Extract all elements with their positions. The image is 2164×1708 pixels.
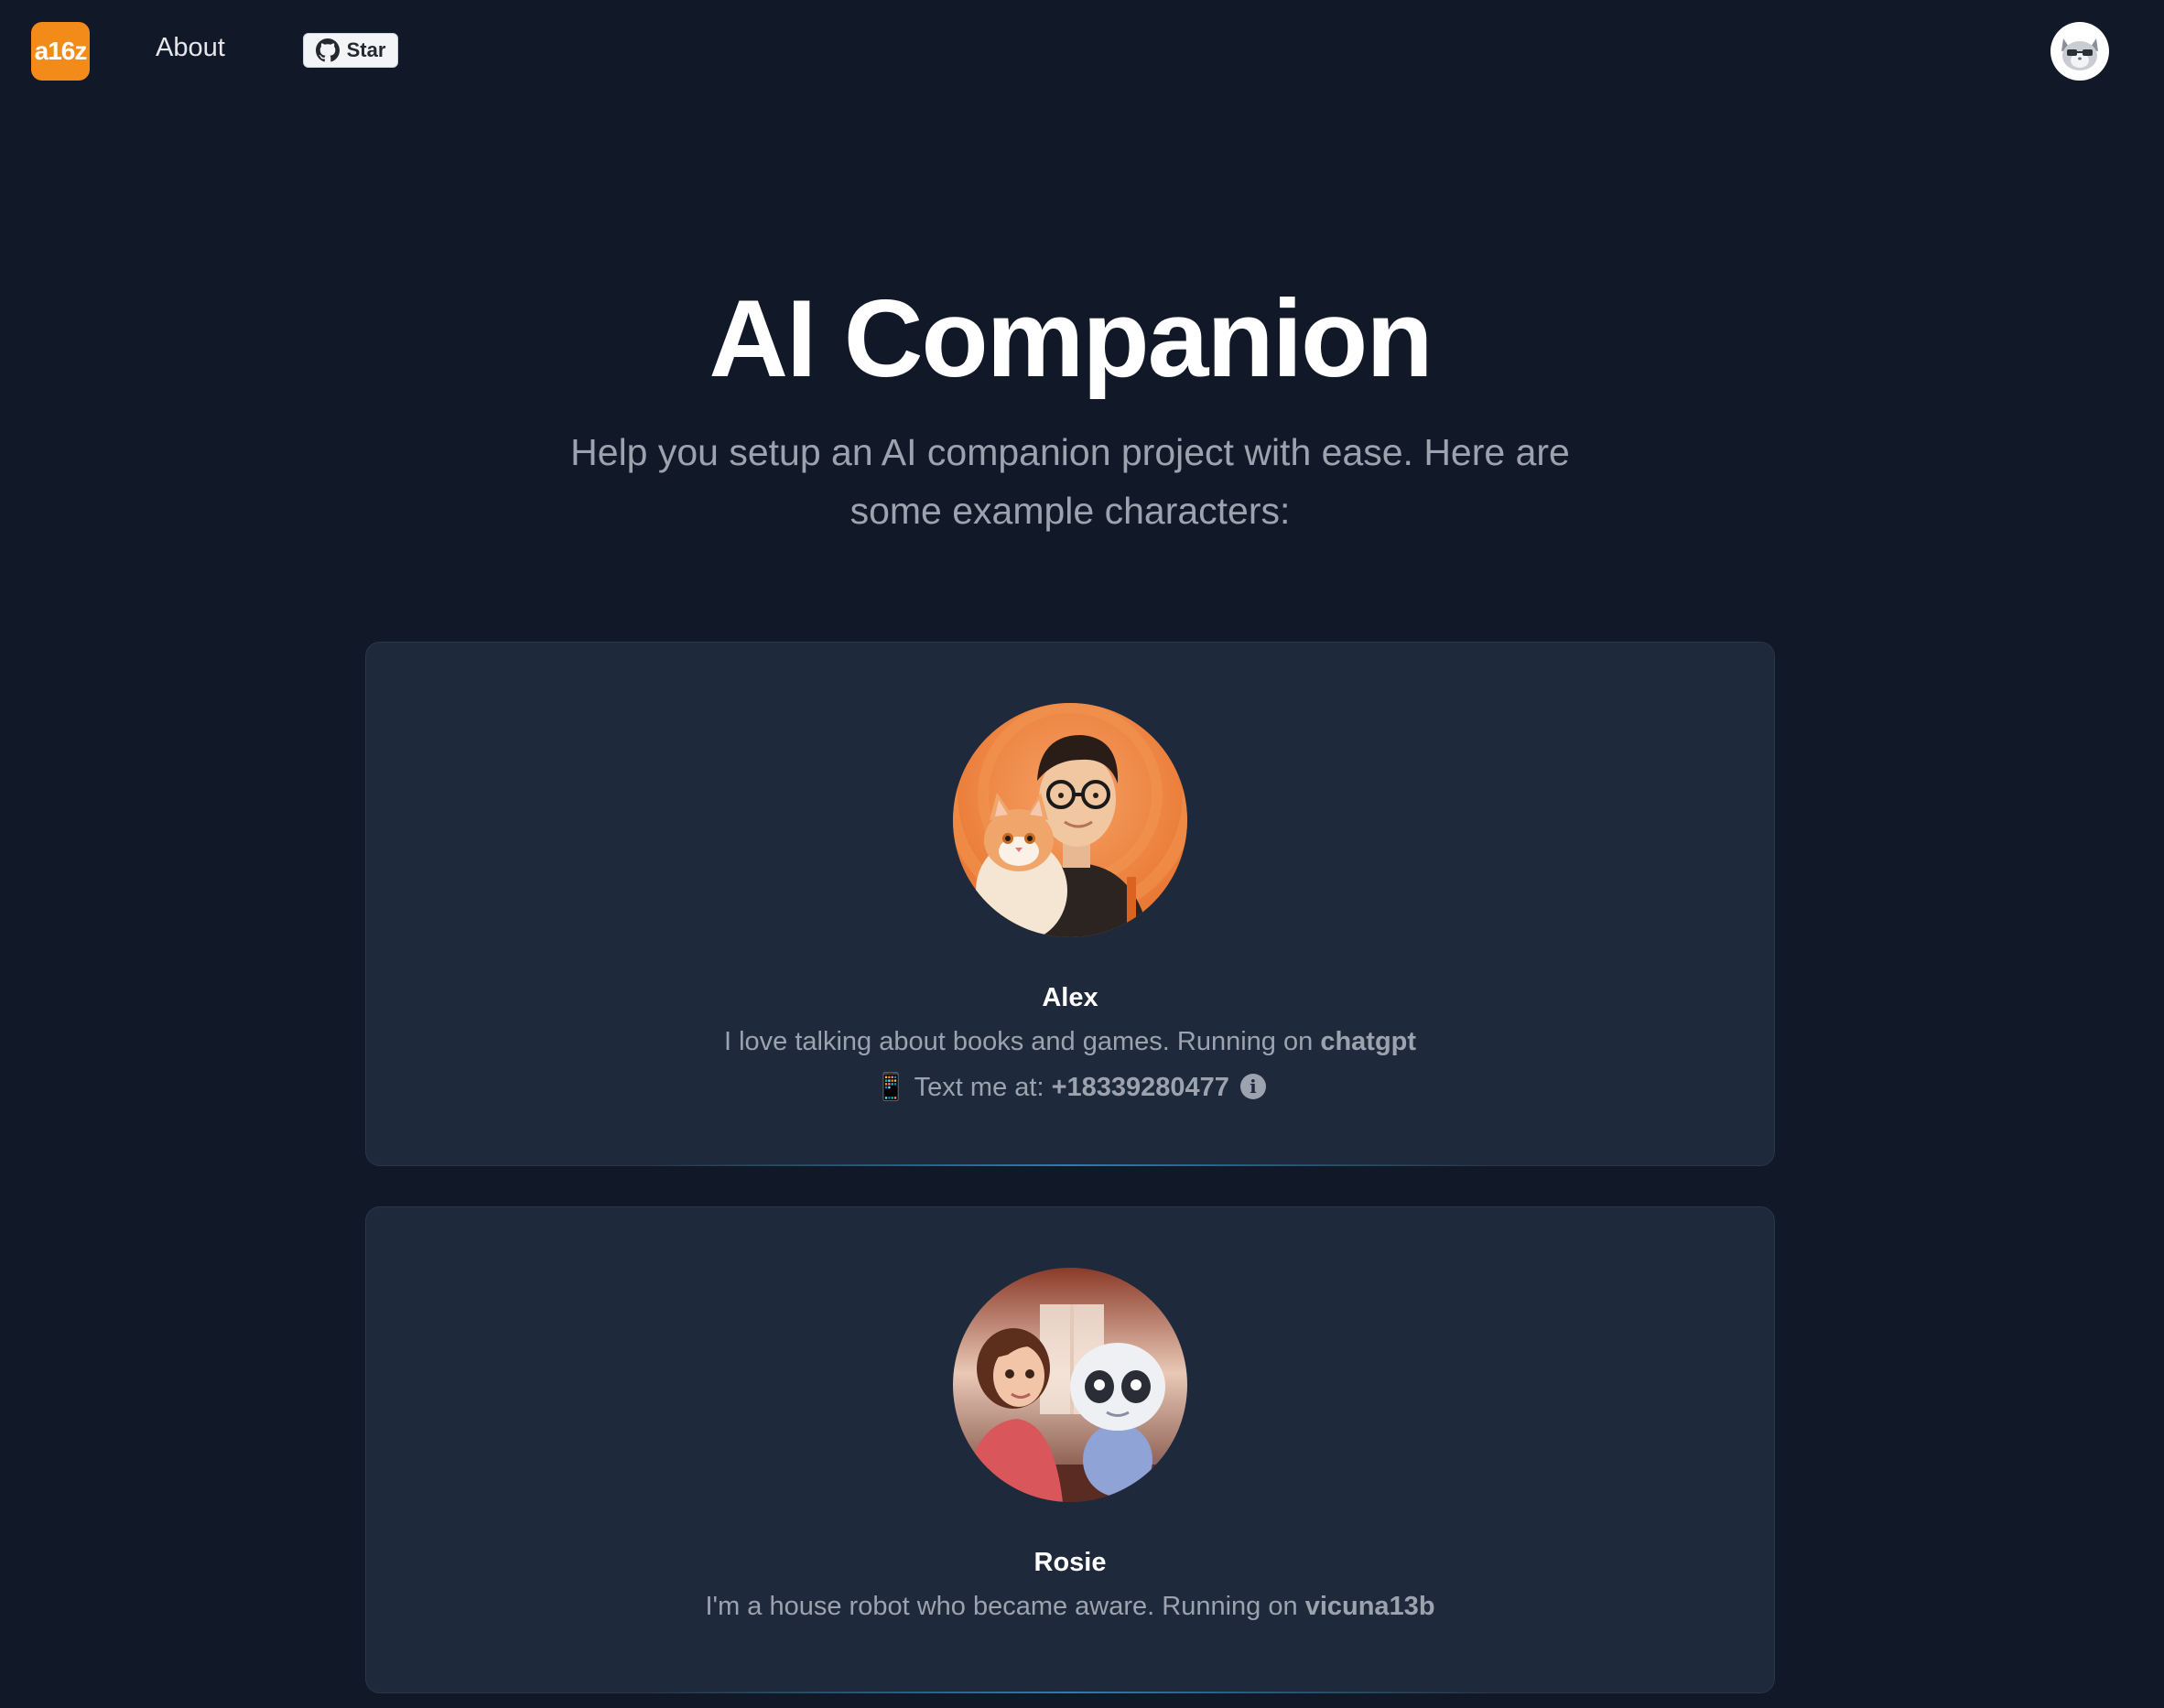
top-navigation: a16z About Star — [0, 0, 2164, 101]
character-description: I love talking about books and games. Ru… — [366, 1027, 1774, 1057]
cat-avatar-icon — [2061, 38, 2098, 70]
character-name: Alex — [1042, 983, 1098, 1012]
phone-prefix: Text me at: — [914, 1073, 1044, 1102]
character-phone-line: 📱 Text me at: +18339280477 i — [366, 1071, 1774, 1103]
alex-portrait-image — [953, 703, 1187, 937]
character-avatar-rosie — [953, 1268, 1187, 1502]
model-name: chatgpt — [1320, 1027, 1417, 1056]
page-subtitle: Help you setup an AI companion project w… — [570, 431, 1570, 532]
character-card-rosie[interactable]: Rosie I'm a house robot who became aware… — [365, 1206, 1775, 1693]
github-icon — [315, 38, 340, 62]
user-avatar[interactable] — [2050, 22, 2109, 81]
rosie-portrait-image — [953, 1268, 1187, 1502]
description-text: I love talking about books and games. Ru… — [723, 1027, 1314, 1056]
nav-about-link[interactable]: About — [156, 33, 225, 63]
description-text: I'm a house robot who became aware. Runn… — [705, 1592, 1298, 1621]
github-star-button[interactable]: Star — [303, 33, 398, 68]
character-avatar-alex — [953, 703, 1187, 937]
character-name: Rosie — [1033, 1548, 1107, 1577]
info-icon[interactable]: i — [1239, 1074, 1266, 1100]
star-label: Star — [346, 38, 386, 61]
character-card-alex[interactable]: Alex I love talking about books and game… — [365, 642, 1775, 1166]
model-name: vicuna13b — [1304, 1592, 1435, 1621]
mobile-phone-icon: 📱 — [874, 1071, 908, 1102]
page-title: AI Companion — [709, 277, 1433, 400]
a16z-logo[interactable]: a16z — [31, 22, 90, 81]
phone-number[interactable]: +18339280477 — [1052, 1073, 1229, 1102]
character-description: I'm a house robot who became aware. Runn… — [366, 1592, 1774, 1622]
